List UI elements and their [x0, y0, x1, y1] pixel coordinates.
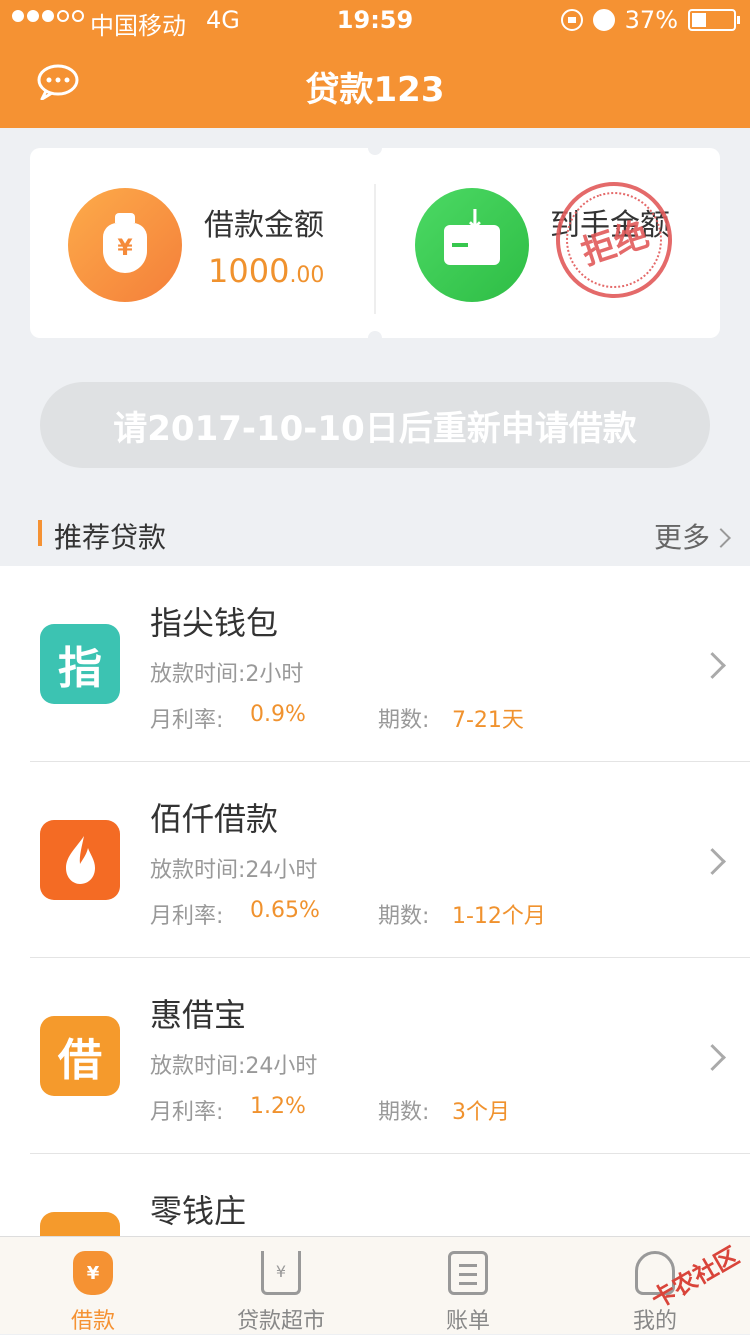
loan-term: 3个月 [452, 1100, 510, 1125]
loan-term: 1-12个月 [452, 904, 546, 929]
tab-borrow[interactable]: ¥ 借款 [18, 1237, 168, 1335]
tab-bar: ¥ 借款 ¥ 贷款超市 账单 我的 [0, 1236, 750, 1334]
loan-name: 惠借宝 [150, 996, 247, 1034]
rotation-lock-icon [560, 9, 583, 31]
loan-term-label: 期数: [378, 1100, 430, 1125]
page-title: 贷款123 [305, 70, 445, 110]
more-link[interactable]: 更多 [654, 516, 731, 556]
chevron-right-icon [711, 528, 731, 548]
loan-term-label: 期数: [378, 708, 430, 733]
chevron-right-icon [699, 652, 726, 679]
loan-rate: 0.9% [250, 702, 306, 727]
loan-term-label: 期数: [378, 904, 430, 929]
loan-time: 放款时间:24小时 [150, 1054, 318, 1079]
top-bar: 中国移动 4G 19:59 37% 贷款123 [0, 0, 750, 128]
list-item[interactable]: 指 指尖钱包 放款时间:2小时 月利率: 0.9% 期数: 7-21天 [0, 566, 750, 762]
loan-time: 放款时间:24小时 [150, 858, 318, 883]
tab-label: 账单 [445, 1309, 490, 1334]
loan-logo-zhijian: 指 [40, 624, 120, 704]
list-item[interactable]: 佰仟借款 放款时间:24小时 月利率: 0.65% 期数: 1-12个月 [0, 762, 750, 958]
battery-icon [688, 9, 740, 31]
loan-logo-baiqian [40, 820, 120, 900]
status-right-group: 37% [560, 6, 740, 34]
loan-list: 指 指尖钱包 放款时间:2小时 月利率: 0.9% 期数: 7-21天 佰仟借款… [0, 566, 750, 1236]
chevron-right-icon [699, 1044, 726, 1071]
battery-percent: 37% [624, 6, 678, 34]
loan-time: 放款时间:2小时 [150, 662, 304, 687]
loan-rate-label: 月利率: [150, 708, 224, 733]
wallet-icon [415, 188, 529, 302]
borrow-amount-value: 1000.00 [208, 252, 325, 290]
loan-term: 7-21天 [452, 708, 524, 733]
loan-name: 佰仟借款 [150, 800, 279, 838]
amount-card: ¥ 借款金额 1000.00 到手金额 拒绝 [30, 141, 720, 345]
loan-name: 指尖钱包 [150, 604, 279, 642]
tab-loan-market[interactable]: ¥ 贷款超市 [206, 1237, 356, 1335]
tab-label: 我的 [632, 1309, 677, 1334]
tab-bill[interactable]: 账单 [393, 1237, 543, 1335]
loan-logo-huijiebao: 借 [40, 1016, 120, 1096]
bill-icon [448, 1251, 488, 1295]
chevron-right-icon [699, 848, 726, 875]
tab-label: 借款 [70, 1309, 115, 1334]
section-accent-bar [38, 520, 42, 546]
recommended-section-header: 推荐贷款 更多 [38, 516, 731, 554]
loan-rate: 1.2% [250, 1094, 306, 1119]
cart-icon: ¥ [261, 1251, 301, 1295]
loan-rate-label: 月利率: [150, 1100, 224, 1125]
flame-icon [66, 836, 95, 884]
loan-rate-label: 月利率: [150, 904, 224, 929]
status-bar: 中国移动 4G 19:59 37% [0, 0, 750, 40]
card-notch-bottom [368, 331, 382, 345]
rejected-stamp: 拒绝 [540, 166, 688, 314]
tab-label: 贷款超市 [236, 1309, 325, 1334]
loan-name: 零钱庄 [150, 1192, 247, 1230]
list-item[interactable]: 借 惠借宝 放款时间:24小时 月利率: 1.2% 期数: 3个月 [0, 958, 750, 1154]
alarm-icon [592, 9, 615, 31]
money-bag-icon: ¥ [73, 1251, 113, 1295]
card-divider [374, 184, 376, 314]
section-title: 推荐贷款 [54, 521, 167, 554]
card-notch-top [368, 141, 382, 155]
list-item[interactable]: 零钱庄 [0, 1154, 750, 1236]
money-bag-icon: ¥ [68, 188, 182, 302]
loan-logo-lingqianzhuang [40, 1212, 120, 1236]
loan-rate: 0.65% [250, 898, 320, 923]
reapply-button[interactable]: 请2017-10-10日后重新申请借款 [40, 382, 710, 468]
borrow-amount-label: 借款金额 [204, 208, 324, 243]
